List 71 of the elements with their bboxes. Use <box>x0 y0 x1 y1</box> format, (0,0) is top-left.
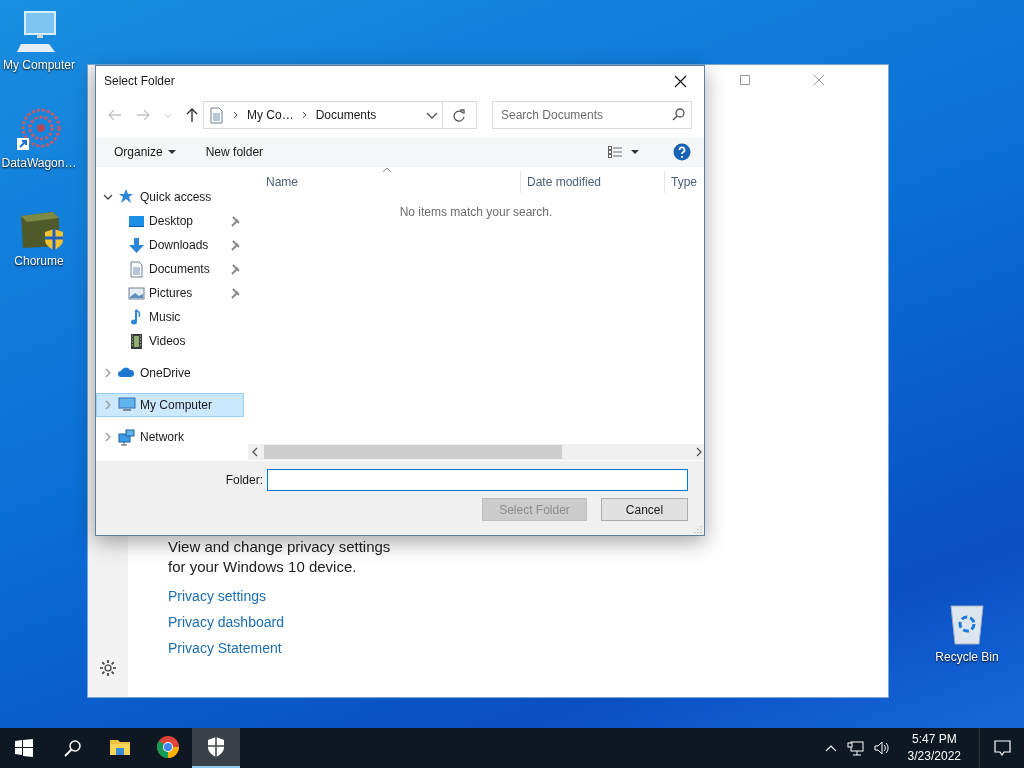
address-bar[interactable]: My Co… Documents <box>203 101 443 129</box>
description: View and change privacy settings for your Windows 10 device. <box>168 537 392 577</box>
caret-down-icon <box>167 150 176 154</box>
folder-field[interactable] <box>267 469 688 491</box>
chevron-right-icon <box>233 111 239 119</box>
network-icon[interactable] <box>846 740 864 756</box>
notification-icon[interactable] <box>993 740 1011 756</box>
desktop-icon-label[interactable]: My Computer <box>3 58 75 72</box>
search-icon[interactable] <box>63 739 81 757</box>
document-icon <box>128 260 145 278</box>
nav-item[interactable]: Pictures <box>96 281 244 305</box>
mesh-icon[interactable] <box>15 106 63 152</box>
settings-icon[interactable] <box>99 659 117 677</box>
window-title: Select Folder <box>104 74 176 88</box>
chevron-right-icon <box>301 111 308 119</box>
sort-caret-icon <box>382 167 392 173</box>
column-header[interactable]: Type <box>664 171 704 193</box>
up-arrow-icon[interactable] <box>186 107 198 123</box>
field-label: Folder: <box>225 473 263 487</box>
down-arrow-icon <box>128 236 145 254</box>
maximize-icon[interactable] <box>740 75 750 85</box>
breadcrumb-item[interactable]: My Co… <box>247 108 294 122</box>
taskbar-app[interactable] <box>192 728 240 768</box>
search-icon <box>672 108 685 121</box>
desktop-icon-label[interactable]: Recycle Bin <box>935 650 999 664</box>
dialog-button[interactable]: Cancel <box>601 498 688 521</box>
help-icon[interactable] <box>673 143 691 161</box>
refresh-icon <box>453 108 466 122</box>
column-header[interactable]: Name <box>248 171 520 193</box>
chevron-right-icon[interactable] <box>103 432 113 442</box>
chevron-up-icon[interactable] <box>824 743 837 753</box>
chevron-right-icon[interactable] <box>103 368 113 378</box>
breadcrumb-item[interactable]: Documents <box>315 108 377 122</box>
nav-item[interactable]: Desktop <box>96 209 244 233</box>
windows-start-icon[interactable] <box>15 739 33 757</box>
chevron-down-icon[interactable] <box>103 192 113 202</box>
clock-time[interactable]: 5:47 PM <box>911 731 957 748</box>
resize-grip-icon <box>694 525 702 533</box>
column-header[interactable]: Date modified <box>520 171 664 193</box>
nav-item[interactable]: Quick access <box>96 185 244 209</box>
caret-down-icon[interactable] <box>631 150 639 154</box>
nav-item[interactable]: Network <box>96 425 244 449</box>
nav-item[interactable]: OneDrive <box>96 361 244 385</box>
refresh-button[interactable] <box>443 101 477 129</box>
link[interactable]: Privacy dashboard <box>168 609 284 635</box>
toolbar-button[interactable]: New folder <box>205 145 264 159</box>
monitor-icon <box>118 396 136 414</box>
nav-item[interactable]: Videos <box>96 329 244 353</box>
view-options-icon[interactable] <box>608 146 623 158</box>
nav-item[interactable]: Downloads <box>96 233 244 257</box>
nav-item[interactable]: My Computer <box>96 393 244 417</box>
chevron-left-icon <box>252 447 258 457</box>
search-field[interactable]: Search Documents <box>492 101 692 129</box>
nav-item[interactable]: Music <box>96 305 244 329</box>
chevron-down-icon[interactable] <box>426 111 438 119</box>
film-icon <box>128 332 145 350</box>
toolbar-button[interactable]: Organize <box>114 145 176 159</box>
desktop-icon-label[interactable]: Chorume <box>14 254 64 268</box>
desktop-icon-label[interactable]: DataWagon… <box>1 156 77 170</box>
chrome-icon <box>156 735 180 759</box>
link[interactable]: Privacy Statement <box>168 635 282 661</box>
link[interactable]: Privacy settings <box>168 583 267 609</box>
network-icon <box>118 428 136 446</box>
empty-message: No items match your search. <box>399 205 553 219</box>
clock-date[interactable]: 3/23/2022 <box>907 748 961 765</box>
scrollbar[interactable] <box>248 444 704 460</box>
chevron-right-icon <box>696 447 702 457</box>
picture-icon <box>128 284 145 302</box>
document-icon <box>208 106 225 124</box>
speaker-icon[interactable] <box>873 740 890 756</box>
nav-item[interactable]: Documents <box>96 257 244 281</box>
